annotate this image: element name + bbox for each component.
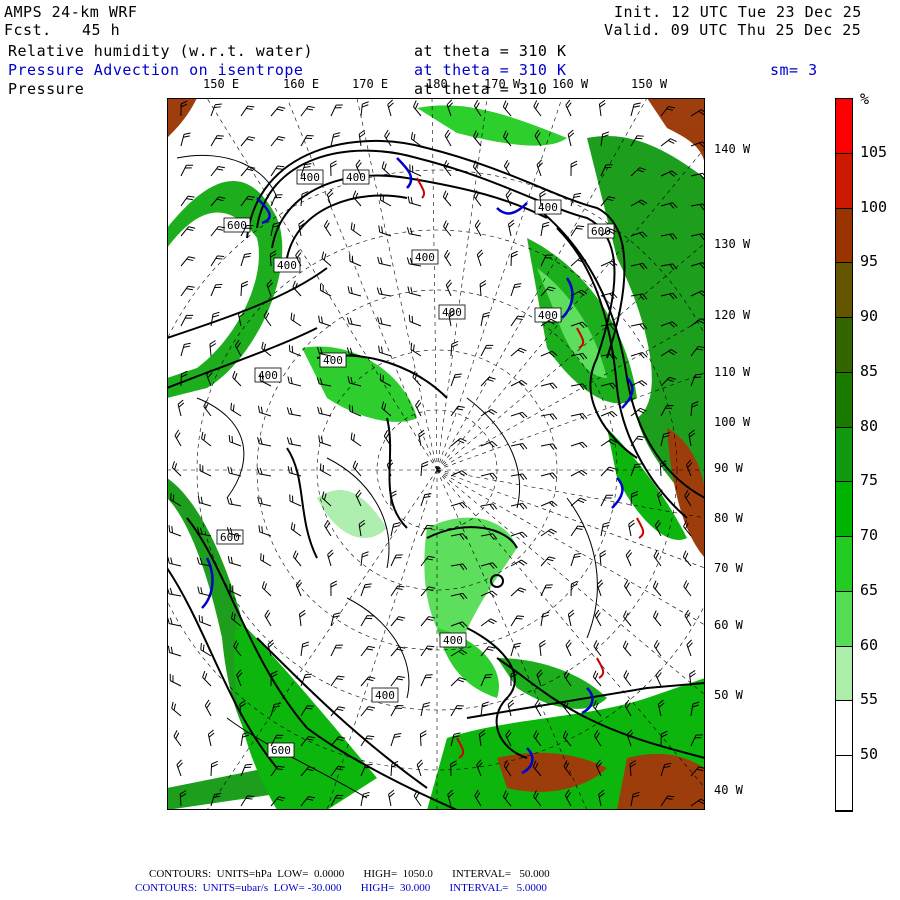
svg-text:400: 400 <box>277 259 297 272</box>
legend-swatch <box>836 756 852 811</box>
legend-swatch <box>836 318 852 373</box>
contour-label: 400 <box>273 257 301 273</box>
lon-label-right: 60 W <box>714 618 743 632</box>
legend-level-label: 100 <box>860 197 888 216</box>
forecast-hour: 45 h <box>82 21 121 39</box>
legend-unit: % <box>860 90 870 108</box>
lon-label-right: 140 W <box>714 142 751 156</box>
svg-text:600: 600 <box>220 531 240 544</box>
legend-swatch <box>836 427 852 483</box>
lon-label-right: 70 W <box>714 561 743 575</box>
legend-level-label: 80 <box>860 416 879 435</box>
smoothing-label: sm= 3 <box>770 61 818 79</box>
svg-text:400: 400 <box>300 171 320 184</box>
legend-level-label: 90 <box>860 307 879 326</box>
legend-swatch <box>836 99 852 154</box>
init-time: Init. 12 UTC Tue 23 Dec 25 <box>614 3 862 21</box>
contour-label: 400 <box>342 169 370 185</box>
contour-label: 600 <box>216 529 244 545</box>
contour-label: 400 <box>296 169 324 185</box>
lon-label-top: 160 W <box>552 77 589 91</box>
svg-text:400: 400 <box>442 306 462 319</box>
contour-label: 400 <box>411 249 439 265</box>
legend-swatch <box>836 701 852 757</box>
svg-text:400: 400 <box>375 689 395 702</box>
lon-label-top: 150 E <box>203 77 240 91</box>
legend-level-label: 95 <box>860 252 879 271</box>
legend-swatch <box>836 646 852 702</box>
contour-label: 600 <box>223 217 251 233</box>
legend-swatch <box>836 591 852 647</box>
rh-field-level: at theta = 310 K <box>414 42 567 60</box>
legend-level-label: 85 <box>860 361 879 380</box>
contour-label: 400 <box>534 199 562 215</box>
legend-swatch <box>836 263 852 319</box>
legend-swatch <box>836 482 852 538</box>
svg-text:400: 400 <box>415 251 435 264</box>
pressure-field-level: at theta = 310 <box>414 80 548 98</box>
contour-label: 400 <box>319 352 347 368</box>
lon-label-top: 160 E <box>283 77 320 91</box>
lon-label-right: 40 W <box>714 783 743 797</box>
lon-label-right: 80 W <box>714 511 743 525</box>
contour-units-advection: CONTOURS: UNITS=ubar/s LOW= -30.000 HIGH… <box>135 882 547 894</box>
legend-swatch <box>836 153 852 209</box>
svg-text:400: 400 <box>443 634 463 647</box>
lon-label-right: 130 W <box>714 237 751 251</box>
legend-swatch <box>836 372 852 428</box>
lon-label-right: 100 W <box>714 415 751 429</box>
contour-label: 400 <box>439 632 467 648</box>
svg-text:600: 600 <box>271 744 291 757</box>
svg-text:400: 400 <box>258 369 278 382</box>
humidity-color-legend <box>835 98 853 812</box>
svg-text:400: 400 <box>323 354 343 367</box>
contour-label: 400 <box>371 687 399 703</box>
lon-label-right: 110 W <box>714 365 751 379</box>
legend-level-label: 60 <box>860 635 879 654</box>
legend-swatch <box>836 537 852 592</box>
legend-level-label: 105 <box>860 142 888 161</box>
forecast-label: Fcst. <box>4 21 52 39</box>
svg-text:400: 400 <box>538 309 558 322</box>
legend-level-label: 70 <box>860 526 879 545</box>
svg-text:400: 400 <box>346 171 366 184</box>
valid-time: Valid. 09 UTC Thu 25 Dec 25 <box>604 21 862 39</box>
legend-level-label: 65 <box>860 580 879 599</box>
legend-level-label: 50 <box>860 745 879 764</box>
legend-swatch <box>836 208 852 264</box>
advection-field-label: Pressure Advection on isentrope <box>8 61 304 79</box>
legend-level-label: 75 <box>860 471 879 490</box>
contour-label: 400 <box>254 367 282 383</box>
legend-level-label: 55 <box>860 690 879 709</box>
pressure-field-label: Pressure <box>8 80 85 98</box>
contour-units-pressure: CONTOURS: UNITS=hPa LOW= 0.0000 HIGH= 10… <box>149 868 550 880</box>
lon-label-right: 120 W <box>714 308 751 322</box>
lon-label-right: 50 W <box>714 688 743 702</box>
lon-label-top: 170 E <box>352 77 389 91</box>
lon-label-top: 150 W <box>631 77 668 91</box>
lon-label-right: 90 W <box>714 461 743 475</box>
rh-field-label: Relative humidity (w.r.t. water) <box>8 42 313 60</box>
model-title: AMPS 24-km WRF <box>4 3 138 21</box>
weather-map: 400 400 600 400 400 400 400 400 400 400 … <box>167 98 705 810</box>
contour-label: 400 <box>534 307 562 323</box>
